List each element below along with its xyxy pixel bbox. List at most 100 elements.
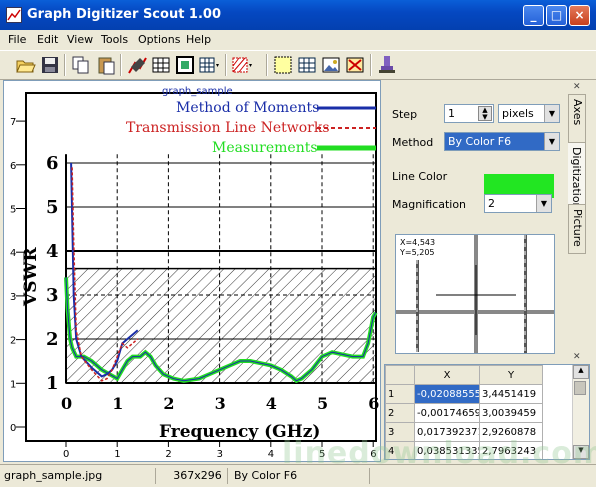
table-row[interactable]: 1 -0,02088555 3,4451419 xyxy=(385,384,543,404)
table-row[interactable]: 4 0,038531335 2,7963243 xyxy=(385,441,543,459)
export-icon[interactable] xyxy=(376,54,398,76)
menu-bar: File Edit View Tools Options Help xyxy=(0,30,596,49)
menu-tools[interactable]: Tools xyxy=(101,33,128,46)
grid-dropdown-icon[interactable] xyxy=(198,54,220,76)
cell-x[interactable]: -0,02088555 xyxy=(414,384,480,404)
data-table[interactable]: X Y 1 -0,02088555 3,4451419 2 -0,00174659 3,0… xyxy=(384,364,590,460)
outer-x-tick-label: 4 xyxy=(268,449,274,460)
cell-x[interactable]: 0,038531335 xyxy=(414,441,480,459)
tab-axes[interactable]: Axes xyxy=(568,94,586,144)
panel-close-icon[interactable]: ✕ xyxy=(573,82,581,92)
menu-help[interactable]: Help xyxy=(186,33,211,46)
outer-y-tick-label: 2 xyxy=(10,336,16,347)
save-icon[interactable] xyxy=(39,54,61,76)
scroll-down-icon[interactable]: ▼ xyxy=(573,445,589,459)
table-close-icon[interactable]: ✕ xyxy=(573,352,581,362)
copy-icon[interactable] xyxy=(70,54,92,76)
inner-x-tick-label: 0 xyxy=(61,394,72,413)
zoom-fit-icon[interactable] xyxy=(174,54,196,76)
row-number-cell[interactable]: 2 xyxy=(385,403,415,423)
tab-picture[interactable]: Picture xyxy=(568,204,586,254)
inner-x-tick-label: 3 xyxy=(215,394,226,413)
toolbar-separator xyxy=(266,54,268,76)
cell-y[interactable]: 2,7963243 xyxy=(479,441,543,459)
tab-picture-label: Picture xyxy=(571,209,584,247)
menu-view[interactable]: View xyxy=(67,33,93,46)
inner-x-tick-label: 5 xyxy=(317,394,328,413)
clear-icon[interactable] xyxy=(344,54,366,76)
inner-x-tick-label: 1 xyxy=(112,394,123,413)
inner-y-tick-label: 5 xyxy=(46,197,59,218)
magnifier-crosshair xyxy=(396,235,554,353)
step-label: Step xyxy=(392,108,418,121)
row-number-cell[interactable]: 3 xyxy=(385,422,415,442)
step-value: 1 xyxy=(448,107,455,120)
graph-canvas[interactable]: graph_sample 0 1 2 3 4 5 6 7 0 1 2 3 4 5 6 1 2 3 4 5 6 0 1 2 3 4 5 6… xyxy=(3,80,381,462)
tab-digitization[interactable]: Digitization xyxy=(568,142,586,210)
scroll-up-icon[interactable]: ▲ xyxy=(573,365,589,379)
table-scrollbar[interactable]: ▲ ▼ xyxy=(572,365,589,459)
chevron-down-icon[interactable]: ▼ xyxy=(544,105,559,122)
outer-axes-frame xyxy=(25,92,377,442)
graph-image[interactable]: graph_sample012345670 1 2 3 4 5 61234560 1 2 3 4 5 6… xyxy=(4,81,380,461)
cell-x[interactable]: -0,00174659 xyxy=(414,403,480,423)
row-number-cell[interactable]: 1 xyxy=(385,384,415,404)
method-select[interactable]: By Color F6 ▼ xyxy=(444,132,560,151)
legend-label: Measurements xyxy=(212,140,318,156)
cell-y[interactable]: 3,0039459 xyxy=(479,403,543,423)
outer-x-tick-label: 6 xyxy=(370,449,376,460)
outer-y-tick-label: 0 xyxy=(10,423,16,434)
select-area-icon[interactable] xyxy=(272,54,294,76)
minimize-button[interactable]: _ xyxy=(523,5,544,26)
hatch-pattern-icon[interactable] xyxy=(231,54,253,76)
cell-x[interactable]: 0,017392371 xyxy=(414,422,480,442)
table-icon[interactable] xyxy=(296,54,318,76)
inner-y-tick-label: 3 xyxy=(46,285,59,306)
column-header-y[interactable]: Y xyxy=(479,365,543,385)
inner-y-tick-label: 6 xyxy=(46,153,59,174)
scroll-thumb[interactable] xyxy=(574,381,586,395)
data-table-grid: X Y 1 -0,02088555 3,4451419 2 -0,00174659 3,0… xyxy=(385,365,543,459)
step-input[interactable]: 1 ▲ ▼ xyxy=(444,104,494,123)
right-panel: ✕ Step 1 ▲ ▼ pixels ▼ Method By Color F6 … xyxy=(384,80,594,462)
menu-edit[interactable]: Edit xyxy=(37,33,58,46)
menu-options[interactable]: Options xyxy=(138,33,180,46)
corner-cell xyxy=(385,365,415,385)
x-axis-label: Frequency (GHz) xyxy=(159,422,320,442)
step-unit-select[interactable]: pixels ▼ xyxy=(498,104,560,123)
toolbar-separator xyxy=(370,54,372,76)
cell-y[interactable]: 2,9260878 xyxy=(479,422,543,442)
table-header-row: X Y xyxy=(385,365,543,385)
menu-file[interactable]: File xyxy=(8,33,26,46)
open-icon[interactable] xyxy=(14,54,36,76)
title-bar[interactable]: Graph Digitizer Scout 1.00 _ □ × xyxy=(0,0,596,30)
cell-y[interactable]: 3,4451419 xyxy=(479,384,543,404)
magnification-value: 2 xyxy=(488,197,495,210)
toolbar-separator xyxy=(225,54,227,76)
step-spin-icon[interactable]: ▲ ▼ xyxy=(478,106,492,121)
row-number-cell[interactable]: 4 xyxy=(385,441,415,459)
legend-label: Method of Moments xyxy=(176,100,319,116)
maximize-button[interactable]: □ xyxy=(546,5,567,26)
method-label: Method xyxy=(392,136,434,149)
outer-y-tick-label: 7 xyxy=(10,117,16,128)
table-row[interactable]: 3 0,017392371 2,9260878 xyxy=(385,422,543,442)
digitize-tool-icon[interactable] xyxy=(126,54,148,76)
outer-x-tick-label: 5 xyxy=(319,449,325,460)
grid-icon[interactable] xyxy=(150,54,172,76)
inner-y-tick-label: 2 xyxy=(46,329,59,350)
status-method: By Color F6 xyxy=(230,468,370,484)
outer-y-tick-label: 3 xyxy=(10,292,16,303)
column-header-x[interactable]: X xyxy=(414,365,480,385)
magnification-label: Magnification xyxy=(392,198,467,211)
status-size: 367x296 xyxy=(164,468,228,484)
table-row[interactable]: 2 -0,00174659 3,0039459 xyxy=(385,403,543,423)
outer-y-tick-label: 4 xyxy=(10,248,16,259)
close-button[interactable]: × xyxy=(569,5,590,26)
magnification-select[interactable]: 2 ▼ xyxy=(484,194,552,213)
chevron-down-icon[interactable]: ▼ xyxy=(544,133,559,150)
image-icon[interactable] xyxy=(320,54,342,76)
chevron-down-icon[interactable]: ▼ xyxy=(536,195,551,212)
outer-x-tick-label: 3 xyxy=(217,449,223,460)
paste-icon[interactable] xyxy=(95,54,117,76)
